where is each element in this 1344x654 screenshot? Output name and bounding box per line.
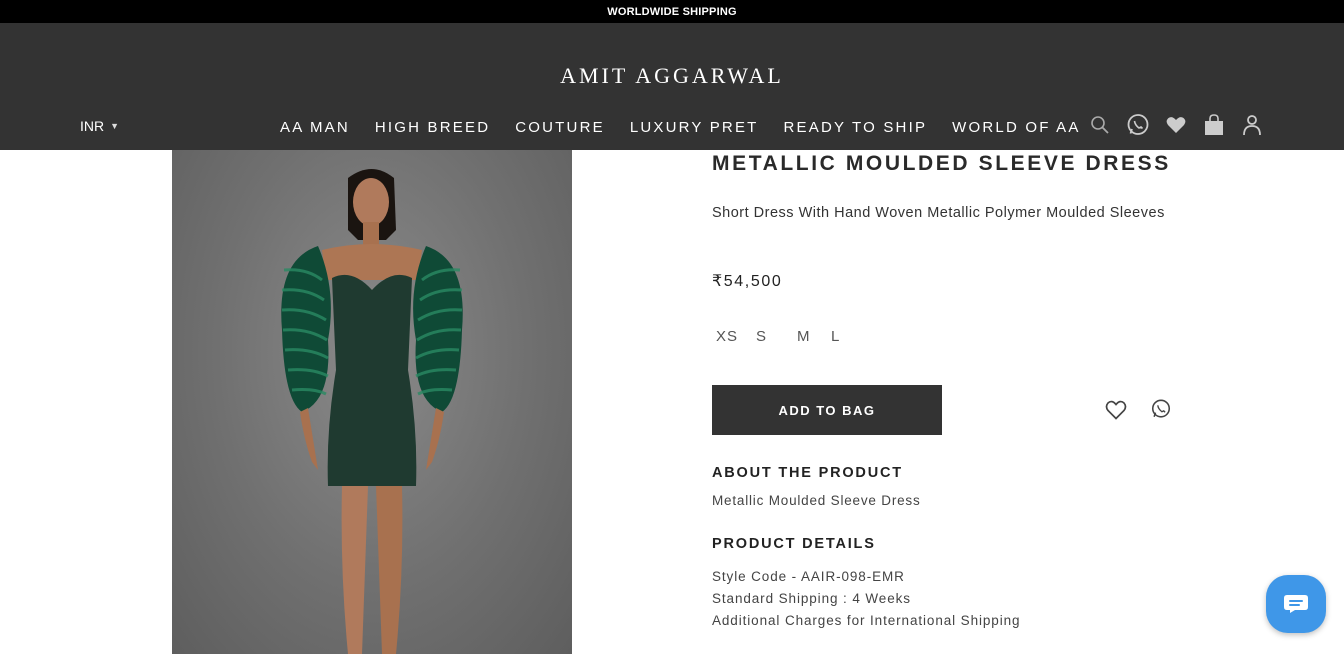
nav-item-ready-to-ship[interactable]: READY TO SHIP bbox=[784, 119, 928, 136]
heart-icon[interactable] bbox=[1164, 112, 1188, 138]
nav-item-world-of-aa[interactable]: WORLD OF AA bbox=[952, 119, 1080, 136]
details-heading: PRODUCT DETAILS bbox=[712, 536, 876, 552]
product-subtitle: Short Dress With Hand Woven Metallic Pol… bbox=[712, 205, 1165, 221]
size-option-xs[interactable]: XS bbox=[716, 328, 756, 345]
promo-text: WORLDWIDE SHIPPING bbox=[607, 5, 737, 18]
product-price: ₹54,500 bbox=[712, 273, 783, 290]
size-option-m[interactable]: M bbox=[797, 328, 831, 345]
size-selector: XS S M L bbox=[716, 328, 851, 345]
add-to-bag-button[interactable]: ADD TO BAG bbox=[712, 385, 942, 435]
site-header: AMIT AGGARWAL INR ▼ AA MAN HIGH BREED CO… bbox=[0, 23, 1344, 150]
details-list: Style Code - AAIR-098-EMR Standard Shipp… bbox=[712, 566, 1020, 632]
search-icon[interactable] bbox=[1088, 112, 1112, 138]
nav-item-couture[interactable]: COUTURE bbox=[515, 119, 605, 136]
chevron-down-icon: ▼ bbox=[110, 121, 120, 131]
nav-item-high-breed[interactable]: HIGH BREED bbox=[375, 119, 490, 136]
detail-style-code: Style Code - AAIR-098-EMR bbox=[712, 569, 905, 584]
main-nav: AA MAN HIGH BREED COUTURE LUXURY PRET RE… bbox=[280, 119, 1106, 136]
nav-item-aa-man[interactable]: AA MAN bbox=[280, 119, 350, 136]
size-option-l[interactable]: L bbox=[831, 328, 851, 345]
about-text: Metallic Moulded Sleeve Dress bbox=[712, 493, 921, 508]
nav-item-luxury-pret[interactable]: LUXURY PRET bbox=[630, 119, 759, 136]
model-illustration bbox=[281, 169, 463, 654]
user-icon[interactable] bbox=[1240, 112, 1264, 138]
header-icons bbox=[1088, 112, 1278, 138]
whatsapp-icon[interactable] bbox=[1150, 398, 1172, 420]
shopping-bag-icon[interactable] bbox=[1202, 112, 1226, 138]
currency-label: INR bbox=[80, 118, 105, 134]
whatsapp-icon[interactable] bbox=[1126, 112, 1150, 138]
currency-selector[interactable]: INR ▼ bbox=[80, 118, 119, 134]
product-image[interactable] bbox=[172, 150, 572, 654]
chat-widget-button[interactable] bbox=[1266, 575, 1326, 633]
chat-icon bbox=[1284, 595, 1308, 613]
product-title: METALLIC MOULDED SLEEVE DRESS bbox=[712, 152, 1171, 175]
detail-international: Additional Charges for International Shi… bbox=[712, 613, 1021, 628]
brand-logo[interactable]: AMIT AGGARWAL bbox=[0, 63, 1344, 89]
heart-icon[interactable] bbox=[1105, 400, 1127, 420]
detail-shipping: Standard Shipping : 4 Weeks bbox=[712, 591, 911, 606]
size-option-s[interactable]: S bbox=[756, 328, 797, 345]
about-heading: ABOUT THE PRODUCT bbox=[712, 465, 903, 481]
promo-bar: WORLDWIDE SHIPPING bbox=[0, 0, 1344, 23]
